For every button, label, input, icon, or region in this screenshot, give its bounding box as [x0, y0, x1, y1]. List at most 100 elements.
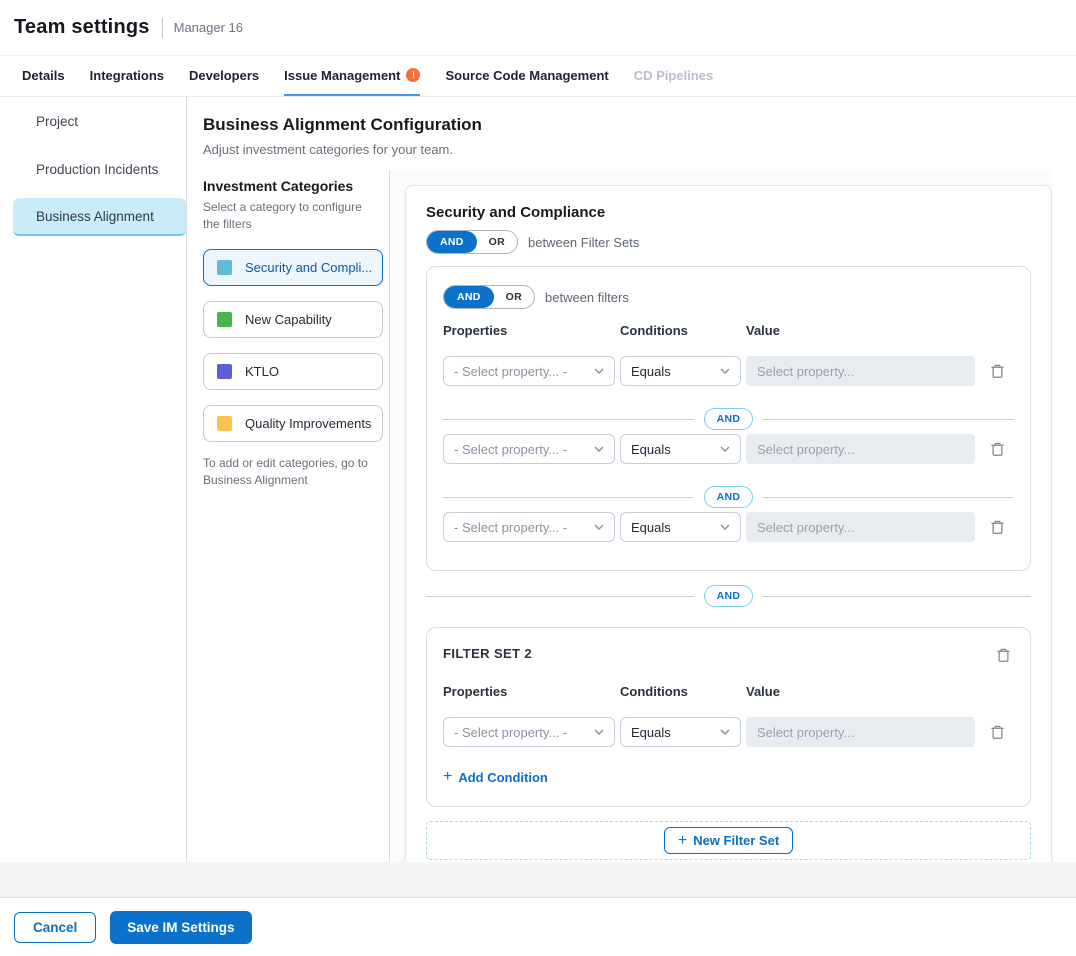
section-subtitle: Adjust investment categories for your te… [203, 142, 1052, 157]
page-title: Team settings [14, 16, 150, 39]
plus-icon: + [443, 769, 452, 785]
filter-set-2: FILTER SET 2 Properties Conditions Value [426, 627, 1031, 807]
trash-icon [990, 519, 1005, 535]
row-connector: AND [443, 486, 1014, 508]
and-connector-pill: AND [704, 408, 754, 430]
sidebar-item-production-incidents[interactable]: Production Incidents [0, 145, 186, 193]
condition-select[interactable]: Equals [620, 717, 741, 747]
delete-row-button[interactable] [987, 516, 1008, 538]
trash-icon [990, 441, 1005, 457]
content-area: Project Production Incidents Business Al… [0, 97, 1076, 862]
trash-icon [996, 647, 1011, 663]
column-header-conditions: Conditions [620, 684, 741, 699]
filter-set-1: AND OR between filters Properties Condit… [426, 266, 1031, 571]
selected-category-title: Security and Compliance [426, 204, 1031, 221]
and-toggle-option[interactable]: AND [427, 231, 477, 253]
sidebar-item-project[interactable]: Project [0, 97, 186, 145]
chevron-down-icon [720, 446, 730, 452]
chevron-down-icon [720, 524, 730, 530]
cancel-button[interactable]: Cancel [14, 912, 96, 943]
chevron-down-icon [594, 368, 604, 374]
condition-select[interactable]: Equals [620, 512, 741, 542]
investment-categories-hint: Select a category to configure the filte… [203, 199, 373, 234]
category-color-swatch [217, 416, 232, 431]
sidebar-item-business-alignment[interactable]: Business Alignment [13, 198, 186, 236]
and-toggle-option[interactable]: AND [444, 286, 494, 308]
delete-row-button[interactable] [987, 438, 1008, 460]
save-im-settings-button[interactable]: Save IM Settings [110, 911, 251, 944]
delete-row-button[interactable] [987, 360, 1008, 382]
filter-sets-andor-toggle: AND OR [426, 230, 518, 254]
value-input[interactable] [746, 717, 975, 747]
column-header-properties: Properties [443, 323, 615, 338]
filters-panel-area: Security and Compliance AND OR between F… [390, 170, 1052, 862]
category-button-ktlo[interactable]: KTLO [203, 353, 383, 390]
or-toggle-option[interactable]: OR [477, 231, 517, 253]
filter-row: - Select property... - Equals [443, 512, 1014, 542]
tab-source-code-management[interactable]: Source Code Management [445, 56, 608, 96]
value-input[interactable] [746, 512, 975, 542]
footer-strip [0, 862, 1076, 898]
category-label: KTLO [245, 364, 279, 379]
filter-set-connector: AND [426, 585, 1031, 607]
page-header: Team settings Manager 16 [0, 0, 1076, 56]
category-label: New Capability [245, 312, 332, 327]
tab-issue-management[interactable]: Issue Management ! [284, 56, 420, 96]
category-color-swatch [217, 364, 232, 379]
action-bar: Cancel Save IM Settings [0, 898, 1076, 956]
category-label: Security and Compli... [245, 260, 372, 275]
chevron-down-icon [594, 729, 604, 735]
filters-andor-toggle: AND OR [443, 285, 535, 309]
property-select[interactable]: - Select property... - [443, 434, 615, 464]
category-color-swatch [217, 260, 232, 275]
property-select[interactable]: - Select property... - [443, 717, 615, 747]
add-condition-button[interactable]: + Add Condition [443, 769, 548, 785]
tab-developers[interactable]: Developers [189, 56, 259, 96]
settings-sidebar: Project Production Incidents Business Al… [0, 97, 187, 862]
trash-icon [990, 363, 1005, 379]
between-filters-label: between filters [545, 290, 629, 305]
chevron-down-icon [594, 446, 604, 452]
between-filter-sets-label: between Filter Sets [528, 235, 639, 250]
new-filter-set-dropzone: + New Filter Set [426, 821, 1031, 860]
property-select[interactable]: - Select property... - [443, 356, 615, 386]
value-input[interactable] [746, 356, 975, 386]
chevron-down-icon [594, 524, 604, 530]
column-header-properties: Properties [443, 684, 615, 699]
main-panel: Business Alignment Configuration Adjust … [187, 97, 1076, 862]
filter-row: - Select property... - Equals [443, 717, 1014, 747]
category-label: Quality Improvements [245, 416, 371, 431]
column-header-conditions: Conditions [620, 323, 741, 338]
tab-cd-pipelines[interactable]: CD Pipelines [634, 56, 713, 96]
property-select[interactable]: - Select property... - [443, 512, 615, 542]
delete-filter-set-button[interactable] [993, 644, 1014, 666]
filter-set-2-title: FILTER SET 2 [443, 644, 532, 661]
settings-tab-bar: Details Integrations Developers Issue Ma… [0, 56, 1076, 97]
tab-details[interactable]: Details [22, 56, 65, 96]
trash-icon [990, 724, 1005, 740]
section-title: Business Alignment Configuration [203, 115, 1052, 135]
category-button-quality-improvements[interactable]: Quality Improvements [203, 405, 383, 442]
condition-select[interactable]: Equals [620, 434, 741, 464]
and-connector-pill: AND [704, 486, 754, 508]
category-filters-card: Security and Compliance AND OR between F… [405, 185, 1052, 885]
filter-row: - Select property... - Equals [443, 434, 1014, 464]
investment-categories-title: Investment Categories [203, 178, 381, 194]
tab-integrations[interactable]: Integrations [90, 56, 164, 96]
column-header-value: Value [746, 323, 975, 338]
delete-row-button[interactable] [987, 721, 1008, 743]
condition-select[interactable]: Equals [620, 356, 741, 386]
column-header-value: Value [746, 684, 975, 699]
category-button-new-capability[interactable]: New Capability [203, 301, 383, 338]
row-connector: AND [443, 408, 1014, 430]
category-button-security-and-compliance[interactable]: Security and Compli... [203, 249, 383, 286]
plus-icon: + [678, 831, 687, 850]
or-toggle-option[interactable]: OR [494, 286, 534, 308]
new-filter-set-button[interactable]: + New Filter Set [664, 827, 793, 854]
warning-badge-icon: ! [406, 68, 420, 82]
header-divider [162, 18, 163, 38]
category-color-swatch [217, 312, 232, 327]
investment-categories-panel: Investment Categories Select a category … [203, 170, 390, 862]
chevron-down-icon [720, 368, 730, 374]
value-input[interactable] [746, 434, 975, 464]
